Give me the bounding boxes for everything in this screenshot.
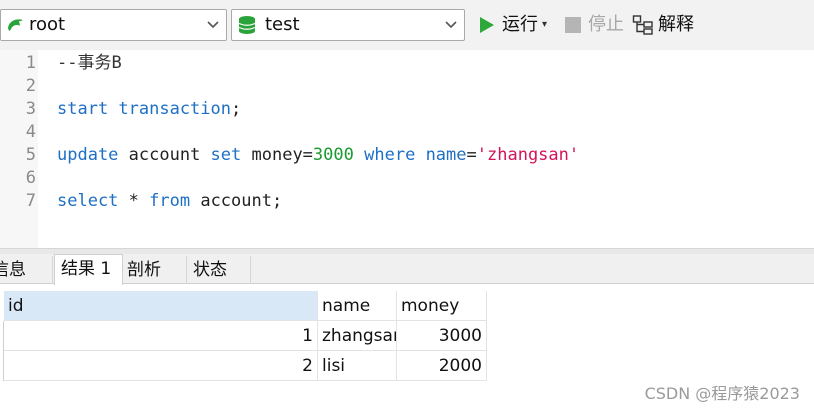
column-header-label: name [322,296,371,316]
line-number: 5 [25,145,36,165]
watermark: CSDN @程序猿2023 [644,384,800,403]
line-number: 6 [25,168,36,188]
stop-label: 停止 [588,14,624,35]
code-text: --事务B [57,52,122,75]
code-text: start transaction; [57,98,241,121]
chevron-down-icon [445,21,457,29]
tab-result-1[interactable]: 结果 1 [54,254,123,285]
tab-label: 结果 1 [61,259,112,279]
column-header-label: id [8,296,24,316]
sql-editor[interactable]: 1 --事务B 2 3 start transaction; 4 5 update accou… [0,50,814,248]
tab-label: 剖析 [127,260,161,280]
table-cell[interactable]: lisi [318,351,397,381]
database-icon [238,16,256,34]
result-tabs: 信息 结果 1 剖析 状态 [0,254,814,285]
column-header-id[interactable]: id [4,291,318,321]
table-cell[interactable]: 2 [4,351,318,381]
code-token: money= [241,145,313,165]
explain-label: 解释 [658,14,694,35]
code-token: * [118,191,150,211]
table-cell[interactable]: 3000 [397,321,487,351]
code-token: ; [231,99,242,119]
code-token: = [466,145,477,165]
code-token: account [118,145,211,165]
connection-select[interactable]: root [0,9,227,41]
dolphin-icon [8,19,23,31]
tab-profile[interactable]: 剖析 [121,256,187,284]
code-token: where [364,145,416,165]
column-header-label: money [401,296,460,316]
line-number: 2 [25,76,36,96]
run-label: 运行 [502,14,538,35]
code-token: update [57,145,119,165]
line-number: 7 [25,191,36,211]
code-token: start transaction [57,99,231,119]
code-text: update account set money=3000 where name… [57,144,579,167]
explain-button[interactable]: 解释 [632,12,694,38]
table-cell[interactable]: 1 [4,321,318,351]
run-dropdown-icon[interactable]: ▾ [542,13,547,37]
code-token: from [149,191,191,211]
stop-button[interactable]: 停止 [562,12,624,38]
code-text: select * from account; [57,190,282,213]
database-value: test [265,14,300,35]
line-number: 4 [25,122,36,142]
code-token: account; [190,191,283,211]
code-token: set [210,145,242,165]
tab-status[interactable]: 状态 [187,256,251,284]
line-number: 3 [25,99,36,119]
code-token: 'zhangsan' [476,145,580,165]
chevron-down-icon [207,21,219,29]
play-icon [480,17,494,33]
code-token: 3000 [312,145,354,165]
run-button[interactable]: 运行 ▾ [476,12,547,38]
code-token: select [57,191,119,211]
tab-label: 状态 [193,260,227,280]
database-select[interactable]: test [231,9,465,41]
code-token: --事务B [57,53,122,73]
code-token: name [425,145,467,165]
tab-info[interactable]: 信息 [0,256,53,284]
column-header-money[interactable]: money [397,291,487,321]
tab-label: 信息 [0,260,26,280]
explain-icon [632,15,653,35]
stop-icon [565,17,581,33]
line-number: 1 [25,53,36,73]
table-cell[interactable]: zhangsan [318,321,397,351]
table-cell[interactable]: 2000 [397,351,487,381]
connection-value: root [29,14,66,35]
column-header-name[interactable]: name [318,291,397,321]
toolbar: root test 运行 ▾ 停止 解释 [0,0,814,50]
